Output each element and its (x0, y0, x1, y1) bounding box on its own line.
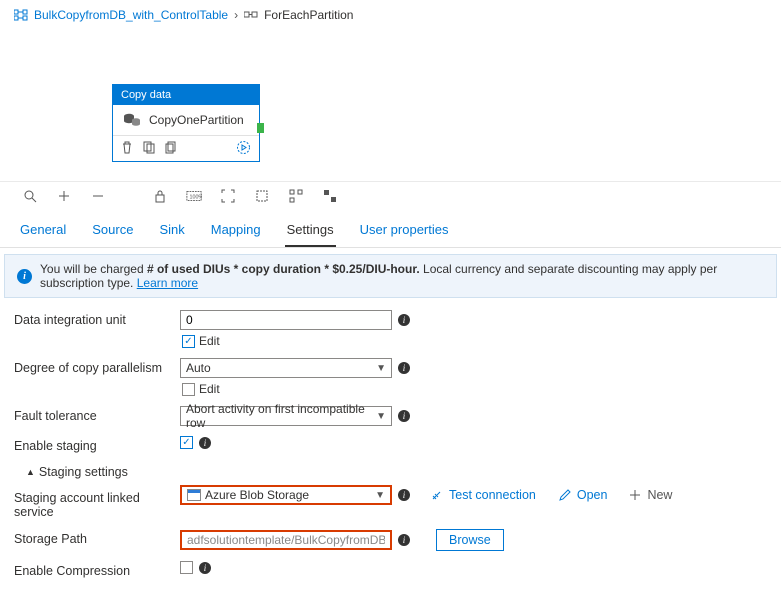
layout-icon[interactable] (322, 188, 338, 204)
browse-button[interactable]: Browse (436, 529, 504, 551)
search-icon[interactable] (22, 188, 38, 204)
pricing-info-bar: i You will be charged # of used DIUs * c… (4, 254, 777, 298)
fullscreen-icon[interactable] (254, 188, 270, 204)
info-icon[interactable]: i (398, 362, 410, 374)
lock-icon[interactable] (152, 188, 168, 204)
storage-icon (187, 489, 201, 501)
parallelism-edit-checkbox[interactable] (182, 383, 195, 396)
tab-settings[interactable]: Settings (285, 218, 336, 247)
tab-source[interactable]: Source (90, 218, 135, 247)
diu-input[interactable] (180, 310, 392, 330)
tab-sink[interactable]: Sink (157, 218, 186, 247)
enable-compression-label: Enable Compression (14, 561, 180, 578)
zoom-in-icon[interactable] (56, 188, 72, 204)
new-button[interactable]: New (629, 488, 672, 502)
enable-staging-checkbox[interactable]: ✓ (180, 436, 193, 449)
edit-label: Edit (199, 334, 220, 348)
info-text: You will be charged # of used DIUs * cop… (40, 262, 764, 290)
canvas-toolbar: 100% (0, 181, 781, 210)
storage-path-input[interactable] (180, 530, 392, 550)
linked-service-label: Staging account linked service (14, 485, 180, 519)
fault-tolerance-label: Fault tolerance (14, 406, 180, 423)
clone-icon[interactable] (165, 141, 178, 154)
open-button[interactable]: Open (558, 488, 608, 502)
properties-tabs: General Source Sink Mapping Settings Use… (0, 210, 781, 248)
info-icon[interactable]: i (398, 410, 410, 422)
diu-label: Data integration unit (14, 310, 180, 327)
pencil-icon (558, 489, 571, 502)
output-port[interactable] (257, 123, 264, 133)
info-icon[interactable]: i (398, 314, 410, 326)
storage-path-label: Storage Path (14, 529, 180, 546)
svg-text:100%: 100% (190, 195, 202, 201)
zoom-out-icon[interactable] (90, 188, 106, 204)
plus-icon (629, 489, 641, 501)
tab-mapping[interactable]: Mapping (209, 218, 263, 247)
activity-icon (244, 9, 258, 21)
linked-service-select[interactable]: Azure Blob Storage ▼ (180, 485, 392, 505)
tab-general[interactable]: General (18, 218, 68, 247)
breadcrumb: BulkCopyfromDB_with_ControlTable › ForEa… (0, 0, 781, 26)
align-icon[interactable] (288, 188, 304, 204)
info-icon[interactable]: i (199, 437, 211, 449)
info-icon[interactable]: i (398, 489, 410, 501)
parallelism-select[interactable]: Auto▼ (180, 358, 392, 378)
run-icon[interactable] (236, 140, 251, 155)
info-icon[interactable]: i (199, 562, 211, 574)
info-icon[interactable]: i (398, 534, 410, 546)
fit-icon[interactable] (220, 188, 236, 204)
delete-icon[interactable] (121, 141, 133, 154)
breadcrumb-root[interactable]: BulkCopyfromDB_with_ControlTable (34, 8, 228, 22)
enable-compression-checkbox[interactable] (180, 561, 193, 574)
tab-user-properties[interactable]: User properties (358, 218, 451, 247)
chevron-down-icon: ▼ (375, 490, 385, 501)
breadcrumb-current: ForEachPartition (264, 8, 353, 22)
diu-edit-checkbox[interactable]: ✓ (182, 335, 195, 348)
parallelism-label: Degree of copy parallelism (14, 358, 180, 375)
enable-staging-label: Enable staging (14, 436, 180, 453)
info-icon: i (17, 269, 32, 284)
activity-name: CopyOnePartition (149, 113, 244, 127)
database-icon (123, 113, 141, 127)
settings-form: Data integration unit i ✓ Edit Degree of… (0, 308, 781, 598)
learn-more-link[interactable]: Learn more (137, 276, 198, 290)
staging-settings-header[interactable]: ▲ Staging settings (14, 463, 767, 485)
test-connection-button[interactable]: Test connection (430, 488, 536, 502)
zoom-100-icon[interactable]: 100% (186, 188, 202, 204)
edit-label: Edit (199, 382, 220, 396)
activity-type-label: Copy data (113, 85, 259, 105)
fault-tolerance-select[interactable]: Abort activity on first incompatible row… (180, 406, 392, 426)
chevron-down-icon: ▼ (376, 363, 386, 374)
collapse-icon: ▲ (26, 467, 35, 477)
pipeline-icon (14, 9, 28, 21)
chevron-right-icon: › (234, 8, 238, 22)
pipeline-canvas[interactable]: Copy data CopyOnePartition (0, 26, 781, 181)
copy-icon[interactable] (143, 141, 155, 154)
plug-icon (430, 489, 443, 502)
copy-activity-node[interactable]: Copy data CopyOnePartition (112, 84, 260, 162)
chevron-down-icon: ▼ (376, 411, 386, 422)
